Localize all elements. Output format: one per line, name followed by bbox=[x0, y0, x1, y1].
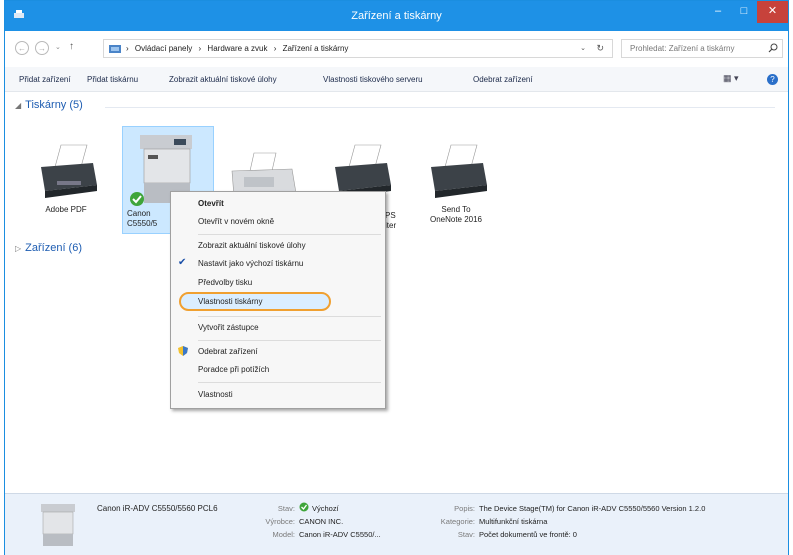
menu-item-create-shortcut[interactable]: Vytvořit zástupce bbox=[198, 323, 259, 332]
command-bar: Přidat zařízení Přidat tiskárnu Zobrazit… bbox=[5, 67, 788, 92]
default-printer-check-icon bbox=[130, 192, 144, 206]
menu-item-see-print-jobs[interactable]: Zobrazit aktuální tiskové úlohy bbox=[198, 241, 306, 250]
search-icon bbox=[768, 43, 778, 53]
group-divider bbox=[105, 107, 775, 108]
window-title: Zařízení a tiskárny bbox=[351, 10, 442, 22]
breadcrumb-hardware-sound[interactable]: Hardware a zvuk bbox=[207, 44, 267, 53]
category-value: Multifunkční tiskárna bbox=[479, 517, 548, 526]
menu-item-set-default-printer[interactable]: Nastavit jako výchozí tiskárnu bbox=[198, 259, 303, 268]
breadcrumb-sep: › bbox=[273, 44, 277, 53]
expand-arrow-icon: ▷ bbox=[15, 244, 22, 253]
device-label-line2: OneNote 2016 bbox=[429, 215, 483, 224]
menu-item-open[interactable]: Otevřít bbox=[198, 199, 224, 208]
menu-item-printing-preferences[interactable]: Předvolby tisku bbox=[198, 278, 252, 287]
recent-locations-dropdown[interactable]: ⌄ bbox=[55, 43, 61, 51]
menu-separator bbox=[198, 234, 381, 235]
remove-device-button[interactable]: Odebrat zařízení bbox=[473, 75, 533, 84]
description-key: Popis: bbox=[454, 504, 475, 513]
description-value: The Device Stage(TM) for Canon iR-ADV C5… bbox=[479, 504, 706, 513]
device-label-line1: Canon bbox=[127, 209, 151, 218]
help-icon[interactable]: ? bbox=[767, 74, 778, 85]
menu-item-open-new-window[interactable]: Otevřít v novém okně bbox=[198, 217, 274, 226]
search-input[interactable]: Prohledat: Zařízení a tiskárny bbox=[630, 44, 735, 53]
breadcrumb-devices-printers[interactable]: Zařízení a tiskárny bbox=[283, 44, 349, 53]
multifunction-printer-icon bbox=[41, 504, 75, 546]
address-bar[interactable]: › Ovládací panely › Hardware a zvuk › Za… bbox=[103, 39, 613, 58]
manufacturer-value: CANON INC. bbox=[299, 517, 344, 526]
checkmark-icon: ✔ bbox=[178, 257, 187, 268]
control-panel-icon bbox=[109, 45, 121, 53]
manufacturer-key: Výrobce: bbox=[265, 517, 295, 526]
device-label: Canon C5550/5 bbox=[127, 209, 167, 229]
device-label-line2: iter bbox=[385, 221, 397, 230]
model-key: Model: bbox=[272, 530, 295, 539]
menu-item-remove-device[interactable]: Odebrat zařízení bbox=[198, 347, 258, 356]
maximize-button[interactable]: □ bbox=[731, 1, 757, 23]
printers-group-label: Tiskárny (5) bbox=[25, 99, 83, 111]
collapse-arrow-icon: ◢ bbox=[15, 101, 22, 110]
breadcrumb: › Ovládací panely › Hardware a zvuk › Za… bbox=[126, 44, 352, 53]
close-button[interactable]: ✕ bbox=[757, 1, 788, 23]
printers-group-header[interactable]: ◢ Tiskárny (5) bbox=[15, 99, 83, 111]
device-label: Adobe PDF bbox=[45, 205, 87, 214]
title-bar: Zařízení a tiskárny – □ ✕ bbox=[5, 1, 788, 31]
device-adobe-pdf[interactable]: Adobe PDF bbox=[27, 141, 105, 215]
device-name: Canon iR-ADV C5550/5560 PCL6 bbox=[97, 504, 218, 513]
back-button[interactable]: ← bbox=[15, 41, 29, 55]
devices-group-label: Zařízení (6) bbox=[25, 242, 83, 254]
forward-button[interactable]: → bbox=[35, 41, 49, 55]
refresh-icon[interactable]: ↻ bbox=[596, 43, 604, 54]
device-label-line1: PS bbox=[385, 211, 396, 220]
device-label-line2: C5550/5 bbox=[127, 219, 158, 228]
menu-item-printer-properties[interactable]: Vlastnosti tiskárny bbox=[198, 297, 262, 306]
window: Zařízení a tiskárny – □ ✕ ← → ⌄ ↑ › Ovlá… bbox=[4, 0, 789, 555]
address-dropdown-icon[interactable]: ⌄ bbox=[580, 44, 586, 52]
printer-icon bbox=[41, 144, 97, 198]
add-printer-button[interactable]: Přidat tiskárnu bbox=[87, 75, 138, 84]
shield-icon bbox=[178, 346, 188, 356]
view-options-button[interactable]: ▦ ▾ bbox=[723, 73, 739, 84]
menu-separator bbox=[198, 316, 381, 317]
model-value: Canon iR-ADV C5550/... bbox=[299, 530, 381, 539]
status-key: Stav: bbox=[277, 504, 295, 513]
device-send-to-onenote[interactable]: Send To OneNote 2016 bbox=[417, 141, 495, 225]
add-device-button[interactable]: Přidat zařízení bbox=[19, 75, 71, 84]
category-key: Kategorie: bbox=[440, 517, 475, 526]
details-pane: Canon iR-ADV C5550/5560 PCL6 Stav: Výcho… bbox=[5, 493, 788, 555]
address-row: ← → ⌄ ↑ › Ovládací panely › Hardware a z… bbox=[5, 37, 788, 61]
device-label: PS iter bbox=[385, 211, 396, 231]
search-box[interactable]: Prohledat: Zařízení a tiskárny bbox=[621, 39, 783, 58]
queue-key: Stav: bbox=[457, 530, 475, 539]
breadcrumb-sep: › bbox=[126, 44, 129, 53]
up-button[interactable]: ↑ bbox=[69, 41, 74, 52]
status-value: Výchozí bbox=[312, 504, 339, 513]
queue-value: Počet dokumentů ve frontě: 0 bbox=[479, 530, 577, 539]
minimize-button[interactable]: – bbox=[705, 1, 731, 23]
context-menu: Otevřít Otevřít v novém okně Zobrazit ak… bbox=[170, 191, 386, 409]
breadcrumb-sep: › bbox=[198, 44, 202, 53]
menu-item-troubleshoot[interactable]: Poradce při potížích bbox=[198, 365, 269, 374]
status-check-icon bbox=[299, 502, 309, 512]
menu-item-properties[interactable]: Vlastnosti bbox=[198, 390, 233, 399]
device-label-line1: Send To bbox=[441, 205, 471, 214]
menu-separator bbox=[198, 340, 381, 341]
print-server-properties-button[interactable]: Vlastnosti tiskového serveru bbox=[323, 75, 423, 84]
devices-group-header[interactable]: ▷ Zařízení (6) bbox=[15, 242, 82, 254]
breadcrumb-control-panel[interactable]: Ovládací panely bbox=[135, 44, 192, 53]
printer-icon bbox=[431, 144, 487, 198]
menu-separator bbox=[198, 382, 381, 383]
see-print-jobs-button[interactable]: Zobrazit aktuální tiskové úlohy bbox=[169, 75, 277, 84]
